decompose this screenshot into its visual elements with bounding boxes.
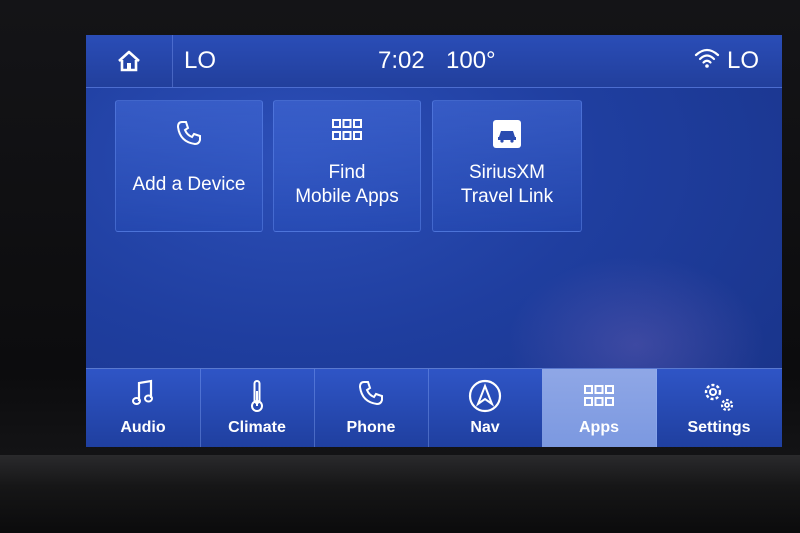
nav-label-settings: Settings bbox=[687, 419, 751, 436]
wifi-icon bbox=[694, 48, 720, 68]
nav-tab-nav[interactable]: Nav bbox=[428, 369, 543, 447]
nav-label-nav: Nav bbox=[470, 419, 500, 436]
nav-label-phone: Phone bbox=[346, 419, 396, 436]
grid-apps-icon bbox=[332, 119, 362, 140]
status-bar: LO 7:02 100° LO bbox=[86, 35, 782, 88]
nav-tab-apps[interactable]: Apps bbox=[542, 369, 657, 447]
outside-temperature: 100° bbox=[446, 47, 496, 74]
nav-tab-phone[interactable]: Phone bbox=[314, 369, 429, 447]
music-note-icon bbox=[132, 379, 153, 405]
nav-tab-climate[interactable]: Climate bbox=[200, 369, 315, 447]
nav-tab-settings[interactable]: Settings bbox=[656, 369, 782, 447]
navigation-arrow-icon bbox=[468, 379, 502, 413]
find-apps-label-line2: Mobile Apps bbox=[295, 186, 399, 207]
infotainment-screen: LO 7:02 100° LO Add a Device Find Mobile… bbox=[86, 35, 782, 447]
siriusxm-label-line1: SiriusXM bbox=[468, 162, 545, 183]
dashboard-trim bbox=[0, 455, 800, 533]
phone-icon bbox=[176, 121, 201, 146]
add-device-tile[interactable]: Add a Device bbox=[115, 100, 263, 232]
nav-tab-audio[interactable]: Audio bbox=[86, 369, 201, 447]
nav-label-climate: Climate bbox=[228, 419, 286, 436]
nav-label-apps: Apps bbox=[579, 419, 619, 436]
siriusxm-icon bbox=[493, 120, 521, 148]
settings-gears-icon bbox=[704, 383, 734, 412]
home-button[interactable] bbox=[86, 35, 173, 87]
home-icon bbox=[118, 50, 140, 72]
thermometer-icon bbox=[251, 380, 263, 412]
bottom-nav-bar: Audio Climate Phone Nav Apps Settings bbox=[86, 368, 782, 447]
find-mobile-apps-tile[interactable]: Find Mobile Apps bbox=[273, 100, 421, 232]
siriusxm-label-line2: Travel Link bbox=[460, 186, 554, 207]
add-device-label: Add a Device bbox=[132, 174, 246, 195]
siriusxm-travel-link-tile[interactable]: SiriusXM Travel Link bbox=[432, 100, 582, 232]
grid-apps-icon bbox=[584, 385, 614, 406]
phone-icon bbox=[358, 381, 383, 406]
clock-time: 7:02 bbox=[378, 47, 425, 74]
passenger-temperature[interactable]: LO bbox=[727, 47, 759, 75]
nav-label-audio: Audio bbox=[120, 419, 166, 436]
find-apps-label-line1: Find bbox=[328, 162, 366, 183]
driver-temperature[interactable]: LO bbox=[184, 47, 216, 75]
